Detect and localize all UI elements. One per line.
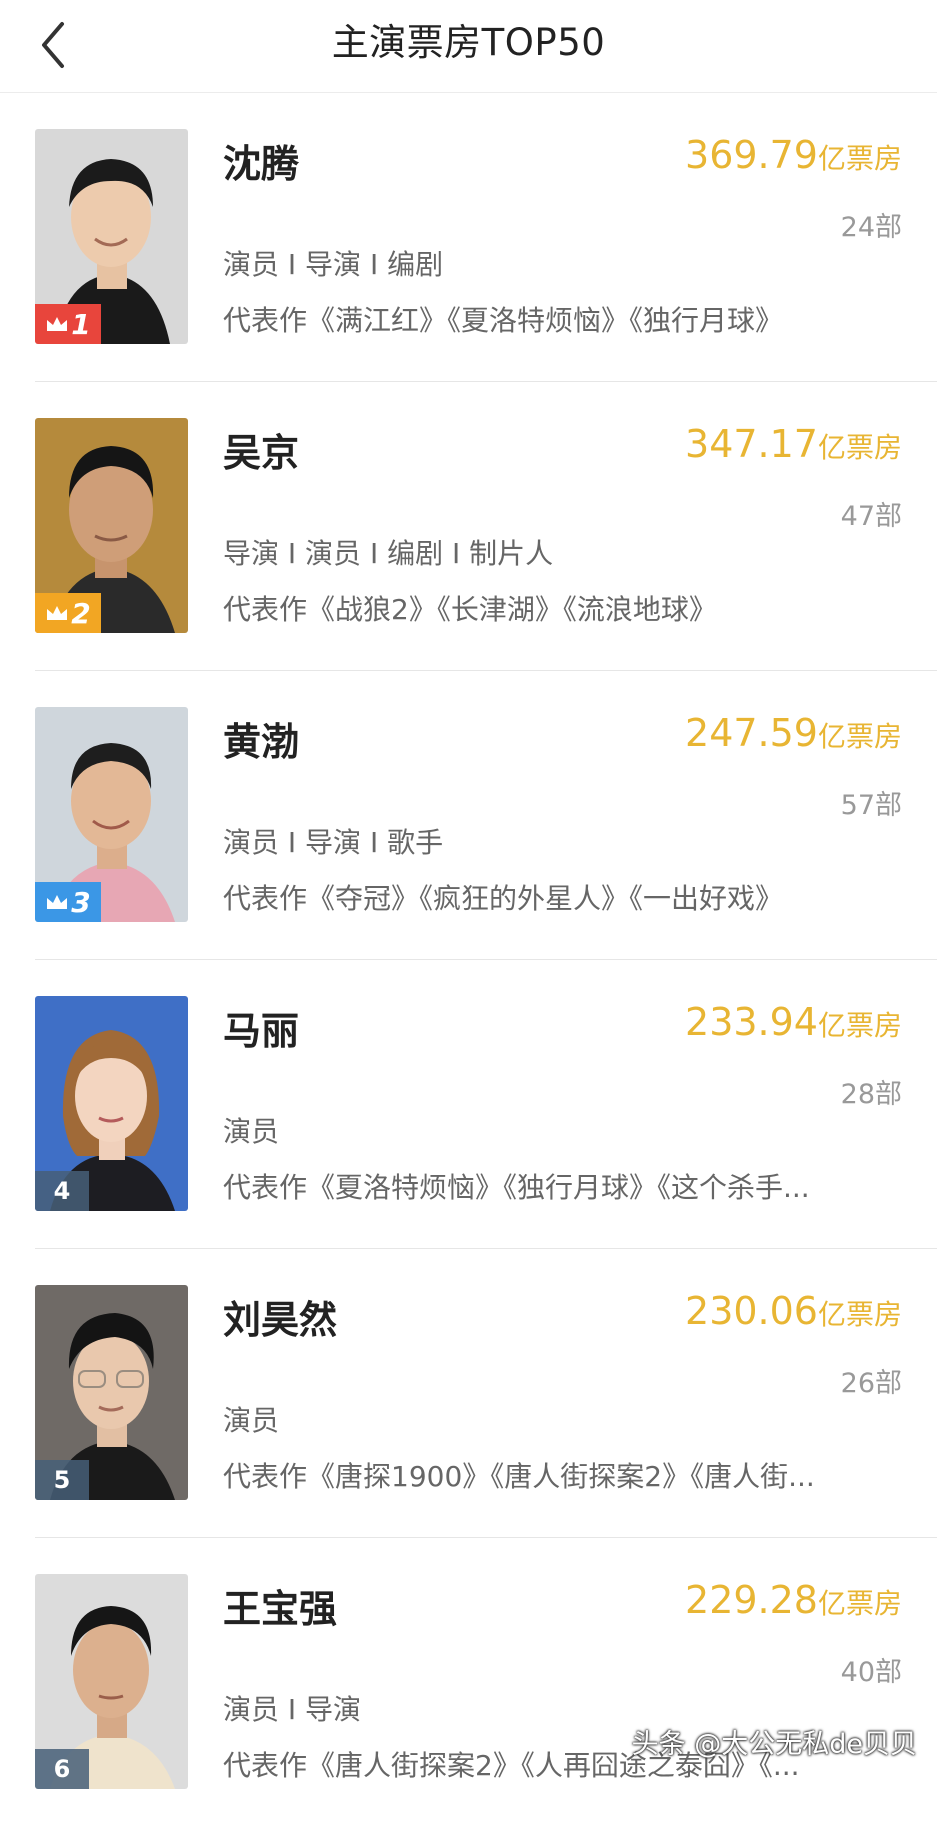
box-office-value: 247.59 bbox=[685, 711, 818, 755]
avatar: 2 bbox=[35, 418, 188, 633]
box-office: 229.28亿票房 bbox=[685, 1578, 902, 1622]
avatar: 6 bbox=[35, 1574, 188, 1789]
box-office-value: 233.94 bbox=[685, 1000, 818, 1044]
page-title: 主演票房TOP50 bbox=[331, 21, 606, 64]
box-office-unit: 亿票房 bbox=[817, 1587, 902, 1620]
actor-name: 刘昊然 bbox=[223, 1298, 338, 1342]
film-count: 40部 bbox=[840, 1657, 902, 1688]
actor-roles: 演员 I 导演 bbox=[223, 1693, 362, 1726]
box-office: 230.06亿票房 bbox=[685, 1289, 902, 1333]
box-office-value: 347.17 bbox=[685, 422, 818, 466]
app-header: 主演票房TOP50 bbox=[0, 0, 937, 93]
rank-number: 1 bbox=[71, 307, 91, 341]
list-item[interactable]: 3 黄渤 247.59亿票房 57部 演员 I 导演 I 歌手 代表作《夺冠》《… bbox=[35, 671, 937, 960]
representative-works: 代表作《战狼2》《长津湖》《流浪地球》 bbox=[223, 593, 717, 626]
box-office: 347.17亿票房 bbox=[685, 422, 902, 466]
list-item[interactable]: 5 刘昊然 230.06亿票房 26部 演员 代表作《唐探1900》《唐人街探案… bbox=[35, 1249, 937, 1538]
box-office-value: 229.28 bbox=[685, 1578, 818, 1622]
watermark: 头条 @大公无私de贝贝 bbox=[631, 1729, 917, 1760]
actor-name: 沈腾 bbox=[223, 142, 300, 186]
actor-roles: 演员 I 导演 I 编剧 bbox=[223, 248, 444, 281]
representative-works: 代表作《夏洛特烦恼》《独行月球》《这个杀手... bbox=[223, 1171, 810, 1204]
crown-icon bbox=[47, 606, 68, 620]
representative-works: 代表作《夺冠》《疯狂的外星人》《一出好戏》 bbox=[223, 882, 784, 915]
box-office: 233.94亿票房 bbox=[685, 1000, 902, 1044]
box-office-unit: 亿票房 bbox=[817, 720, 902, 753]
box-office-value: 230.06 bbox=[685, 1289, 818, 1333]
avatar: 1 bbox=[35, 129, 188, 344]
actor-name: 马丽 bbox=[223, 1009, 300, 1053]
actor-roles: 演员 bbox=[223, 1404, 280, 1437]
actor-roles: 演员 I 导演 I 歌手 bbox=[223, 826, 444, 859]
rank-badge: 4 bbox=[35, 1171, 89, 1211]
actor-roles: 导演 I 演员 I 编剧 I 制片人 bbox=[223, 537, 554, 570]
representative-works: 代表作《唐探1900》《唐人街探案2》《唐人街... bbox=[223, 1460, 815, 1493]
box-office-unit: 亿票房 bbox=[817, 1009, 902, 1042]
avatar: 3 bbox=[35, 707, 188, 922]
box-office: 369.79亿票房 bbox=[685, 133, 902, 177]
representative-works: 代表作《满江红》《夏洛特烦恼》《独行月球》 bbox=[223, 304, 784, 337]
actor-name: 王宝强 bbox=[223, 1587, 338, 1631]
rank-badge: 2 bbox=[35, 593, 101, 633]
film-count: 28部 bbox=[840, 1079, 902, 1110]
box-office: 247.59亿票房 bbox=[685, 711, 902, 755]
rank-badge: 5 bbox=[35, 1460, 89, 1500]
rank-badge: 1 bbox=[35, 304, 101, 344]
film-count: 26部 bbox=[840, 1368, 902, 1399]
list-item[interactable]: 4 马丽 233.94亿票房 28部 演员 代表作《夏洛特烦恼》《独行月球》《这… bbox=[35, 960, 937, 1249]
box-office-unit: 亿票房 bbox=[817, 142, 902, 175]
film-count: 57部 bbox=[840, 790, 902, 821]
avatar: 4 bbox=[35, 996, 188, 1211]
box-office-value: 369.79 bbox=[685, 133, 818, 177]
film-count: 24部 bbox=[840, 212, 902, 243]
crown-icon bbox=[47, 317, 68, 331]
avatar: 5 bbox=[35, 1285, 188, 1500]
crown-icon bbox=[47, 895, 68, 909]
rank-number: 3 bbox=[71, 885, 91, 919]
list-item[interactable]: 6 王宝强 229.28亿票房 40部 演员 I 导演 代表作《唐人街探案2》《… bbox=[35, 1538, 937, 1826]
actor-name: 黄渤 bbox=[223, 720, 300, 764]
rank-badge: 3 bbox=[35, 882, 101, 922]
list-item[interactable]: 2 吴京 347.17亿票房 47部 导演 I 演员 I 编剧 I 制片人 代表… bbox=[35, 382, 937, 671]
rank-badge: 6 bbox=[35, 1749, 89, 1789]
box-office-unit: 亿票房 bbox=[817, 431, 902, 464]
actor-name: 吴京 bbox=[223, 431, 300, 475]
actor-list: 1 沈腾 369.79亿票房 24部 演员 I 导演 I 编剧 代表作《满江红》… bbox=[0, 93, 937, 1826]
actor-roles: 演员 bbox=[223, 1115, 280, 1148]
list-item[interactable]: 1 沈腾 369.79亿票房 24部 演员 I 导演 I 编剧 代表作《满江红》… bbox=[35, 93, 937, 382]
film-count: 47部 bbox=[840, 501, 902, 532]
rank-number: 2 bbox=[71, 596, 91, 630]
box-office-unit: 亿票房 bbox=[817, 1298, 902, 1331]
